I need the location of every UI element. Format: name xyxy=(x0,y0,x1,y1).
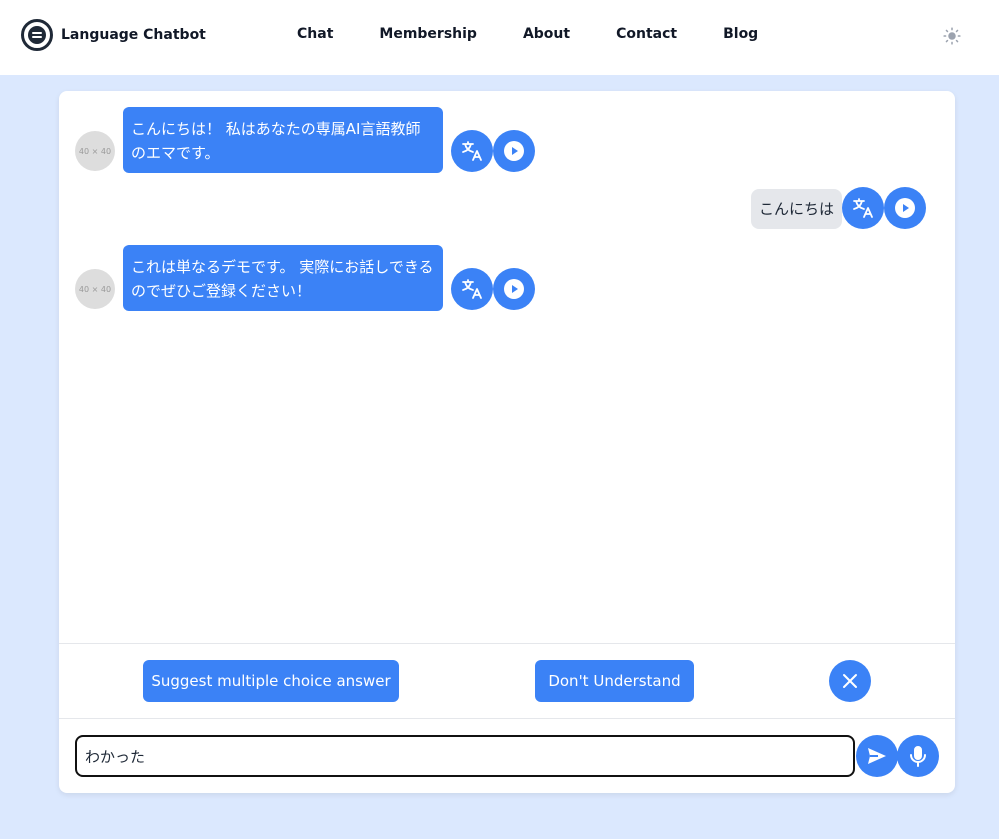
nav-link-chat[interactable]: Chat xyxy=(297,26,333,42)
brand-name: Language Chatbot xyxy=(61,27,206,43)
divider xyxy=(59,643,955,644)
translate-icon xyxy=(462,279,482,299)
message-row-user: こんにちは xyxy=(751,187,927,229)
message-list: 40 × 40 こんにちは！ 私はあなたの専属AI言語教師のエマです。 こんにち… xyxy=(59,91,955,643)
close-suggestions-button[interactable] xyxy=(829,660,871,702)
play-icon xyxy=(504,279,524,299)
chat-card: 40 × 40 こんにちは！ 私はあなたの専属AI言語教師のエマです。 こんにち… xyxy=(59,91,955,793)
translate-icon xyxy=(462,141,482,161)
send-button[interactable] xyxy=(856,735,898,777)
dont-understand-button[interactable]: Don't Understand xyxy=(535,660,694,702)
nav-link-blog[interactable]: Blog xyxy=(723,26,758,42)
play-icon xyxy=(504,141,524,161)
message-input[interactable] xyxy=(75,735,855,777)
translate-icon xyxy=(853,198,873,218)
microphone-button[interactable] xyxy=(897,735,939,777)
microphone-icon xyxy=(910,746,926,767)
chat-bubble-logo-icon xyxy=(21,19,53,51)
top-navbar: Language Chatbot Chat Membership About C… xyxy=(0,0,999,75)
brand-link[interactable]: Language Chatbot xyxy=(21,19,206,51)
translate-button[interactable] xyxy=(842,187,885,229)
divider xyxy=(59,718,955,719)
user-message-bubble: こんにちは xyxy=(751,189,843,229)
play-audio-button[interactable] xyxy=(884,187,927,229)
nav-links: Chat Membership About Contact Blog xyxy=(297,26,758,42)
bot-message-bubble: こんにちは！ 私はあなたの専属AI言語教師のエマです。 xyxy=(123,107,443,173)
translate-button[interactable] xyxy=(451,268,493,310)
bot-message-bubble: これは単なるデモです。 実際にお話しできるのでぜひご登録ください！ xyxy=(123,245,443,311)
nav-link-membership[interactable]: Membership xyxy=(379,26,477,42)
translate-button[interactable] xyxy=(451,130,493,172)
nav-link-contact[interactable]: Contact xyxy=(616,26,677,42)
message-row-bot: 40 × 40 これは単なるデモです。 実際にお話しできるのでぜひご登録ください… xyxy=(75,245,535,311)
suggest-multiple-choice-button[interactable]: Suggest multiple choice answer xyxy=(143,660,399,702)
nav-link-about[interactable]: About xyxy=(523,26,570,42)
bot-avatar: 40 × 40 xyxy=(75,131,115,171)
play-audio-button[interactable] xyxy=(493,268,535,310)
play-audio-button[interactable] xyxy=(493,130,535,172)
sun-icon xyxy=(943,27,961,45)
theme-toggle-button[interactable] xyxy=(942,26,962,46)
message-row-bot: 40 × 40 こんにちは！ 私はあなたの専属AI言語教師のエマです。 xyxy=(75,107,535,173)
play-icon xyxy=(895,198,916,218)
bot-avatar: 40 × 40 xyxy=(75,269,115,309)
close-icon xyxy=(843,674,857,688)
send-icon xyxy=(868,748,886,764)
